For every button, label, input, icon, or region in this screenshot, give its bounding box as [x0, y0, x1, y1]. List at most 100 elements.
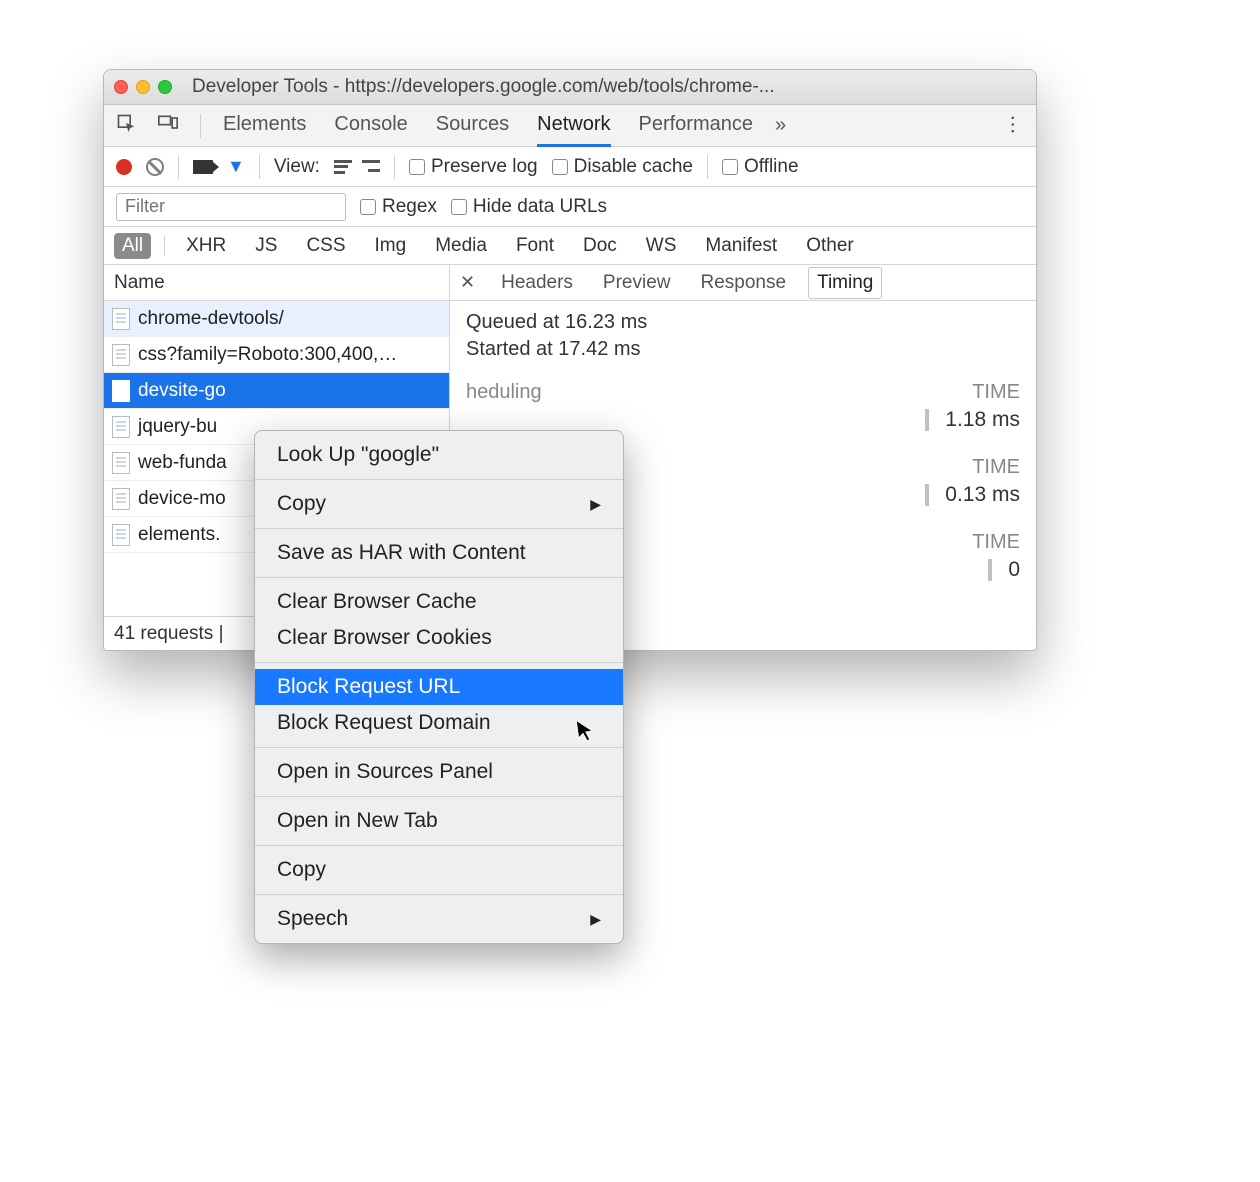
menu-item[interactable]: Look Up "google"	[255, 437, 623, 473]
timing-value: 0	[1008, 558, 1020, 582]
menu-item-label: Block Request Domain	[277, 711, 491, 735]
type-filter-other[interactable]: Other	[798, 233, 862, 259]
minimize-window-button[interactable]	[136, 80, 150, 94]
type-filter-ws[interactable]: WS	[638, 233, 685, 259]
type-filter-js[interactable]: JS	[247, 233, 285, 259]
type-filter-manifest[interactable]: Manifest	[697, 233, 785, 259]
tab-sources[interactable]: Sources	[436, 105, 509, 147]
close-window-button[interactable]	[114, 80, 128, 94]
separator	[178, 155, 179, 179]
menu-item[interactable]: Copy	[255, 852, 623, 888]
file-icon	[112, 380, 130, 402]
detail-tab-headers[interactable]: Headers	[493, 268, 581, 298]
tab-performance[interactable]: Performance	[639, 105, 754, 147]
separator	[200, 114, 201, 138]
menu-item[interactable]: Open in Sources Panel	[255, 754, 623, 790]
menu-item-label: Open in Sources Panel	[277, 760, 493, 784]
record-button[interactable]	[116, 159, 132, 175]
file-icon	[112, 452, 130, 474]
file-icon	[112, 416, 130, 438]
regex-label: Regex	[382, 196, 437, 218]
menu-item-label: Speech	[277, 907, 348, 931]
detail-tab-response[interactable]: Response	[693, 268, 795, 298]
menu-item-label: Block Request URL	[277, 675, 460, 699]
network-toolbar: ▼ View: Preserve log Disable cache Offli…	[104, 147, 1036, 187]
timing-time-header: TIME	[972, 531, 1020, 554]
filter-input[interactable]	[116, 193, 346, 221]
menu-separator	[255, 479, 623, 480]
inspect-element-icon[interactable]	[116, 113, 136, 139]
menu-item-label: Open in New Tab	[277, 809, 438, 833]
menu-item[interactable]: Open in New Tab	[255, 803, 623, 839]
menu-item-label: Copy	[277, 492, 326, 516]
submenu-arrow-icon: ▶	[590, 496, 601, 513]
offline-checkbox[interactable]: Offline	[722, 156, 799, 178]
screenshots-icon[interactable]	[193, 160, 213, 174]
hide-data-urls-checkbox[interactable]: Hide data URLs	[451, 196, 607, 218]
timing-section-label: heduling	[466, 381, 542, 404]
type-filter-img[interactable]: Img	[367, 233, 415, 259]
detail-tab-preview[interactable]: Preview	[595, 268, 679, 298]
device-toggle-icon[interactable]	[158, 114, 178, 138]
settings-menu-icon[interactable]: ⋯	[1001, 115, 1026, 137]
request-name: jquery-bu	[138, 416, 217, 438]
tab-elements[interactable]: Elements	[223, 105, 306, 147]
type-filter-doc[interactable]: Doc	[575, 233, 625, 259]
preserve-log-label: Preserve log	[431, 156, 538, 178]
more-tabs-icon[interactable]: »	[775, 114, 786, 137]
type-filter-media[interactable]: Media	[427, 233, 495, 259]
menu-item[interactable]: Save as HAR with Content	[255, 535, 623, 571]
menu-item-label: Clear Browser Cache	[277, 590, 477, 614]
disable-cache-checkbox[interactable]: Disable cache	[552, 156, 693, 178]
detail-tabs: ✕ Headers Preview Response Timing	[450, 265, 1036, 301]
close-icon[interactable]: ✕	[460, 272, 475, 293]
preserve-log-checkbox[interactable]: Preserve log	[409, 156, 538, 178]
waterfall-icon[interactable]	[362, 160, 380, 174]
request-row[interactable]: css?family=Roboto:300,400,…	[104, 337, 449, 373]
request-row[interactable]: devsite-go	[104, 373, 449, 409]
file-icon	[112, 308, 130, 330]
request-name: elements.	[138, 524, 220, 546]
timing-time-header: TIME	[972, 456, 1020, 479]
menu-item[interactable]: Copy ▶	[255, 486, 623, 522]
tab-network[interactable]: Network	[537, 105, 610, 147]
filter-icon[interactable]: ▼	[227, 156, 245, 177]
timing-bar	[925, 484, 929, 506]
window-controls	[114, 80, 172, 94]
type-filter-xhr[interactable]: XHR	[178, 233, 234, 259]
type-filter-all[interactable]: All	[114, 233, 151, 259]
detail-tab-timing[interactable]: Timing	[808, 267, 882, 299]
clear-button[interactable]	[146, 158, 164, 176]
menu-item-label: Copy	[277, 858, 326, 882]
menu-item[interactable]: Clear Browser Cache	[255, 584, 623, 620]
request-row[interactable]: chrome-devtools/	[104, 301, 449, 337]
name-column-header[interactable]: Name	[104, 265, 449, 301]
timing-time-header: TIME	[972, 381, 1020, 404]
menu-item[interactable]: Block Request URL	[255, 669, 623, 705]
separator	[259, 155, 260, 179]
menu-item[interactable]: Block Request Domain	[255, 705, 623, 741]
request-name: devsite-go	[138, 380, 226, 402]
separator	[707, 155, 708, 179]
tab-console[interactable]: Console	[334, 105, 407, 147]
menu-item-label: Save as HAR with Content	[277, 541, 526, 565]
large-rows-icon[interactable]	[334, 160, 352, 174]
disable-cache-label: Disable cache	[574, 156, 693, 178]
window-title: Developer Tools - https://developers.goo…	[192, 76, 775, 98]
type-filter-font[interactable]: Font	[508, 233, 562, 259]
queued-label: Queued at 16.23 ms	[466, 311, 1020, 334]
type-filter-bar: All XHR JS CSS Img Media Font Doc WS Manifest Othe…	[104, 227, 1036, 265]
type-filter-css[interactable]: CSS	[298, 233, 353, 259]
started-label: Started at 17.42 ms	[466, 338, 1020, 361]
menu-separator	[255, 894, 623, 895]
file-icon	[112, 524, 130, 546]
regex-checkbox[interactable]: Regex	[360, 196, 437, 218]
filter-bar: Regex Hide data URLs	[104, 187, 1036, 227]
menu-item-label: Clear Browser Cookies	[277, 626, 492, 650]
zoom-window-button[interactable]	[158, 80, 172, 94]
menu-item[interactable]: Clear Browser Cookies	[255, 620, 623, 656]
timing-value: 0.13 ms	[945, 483, 1020, 507]
separator	[394, 155, 395, 179]
menu-separator	[255, 796, 623, 797]
menu-item[interactable]: Speech▶	[255, 901, 623, 937]
